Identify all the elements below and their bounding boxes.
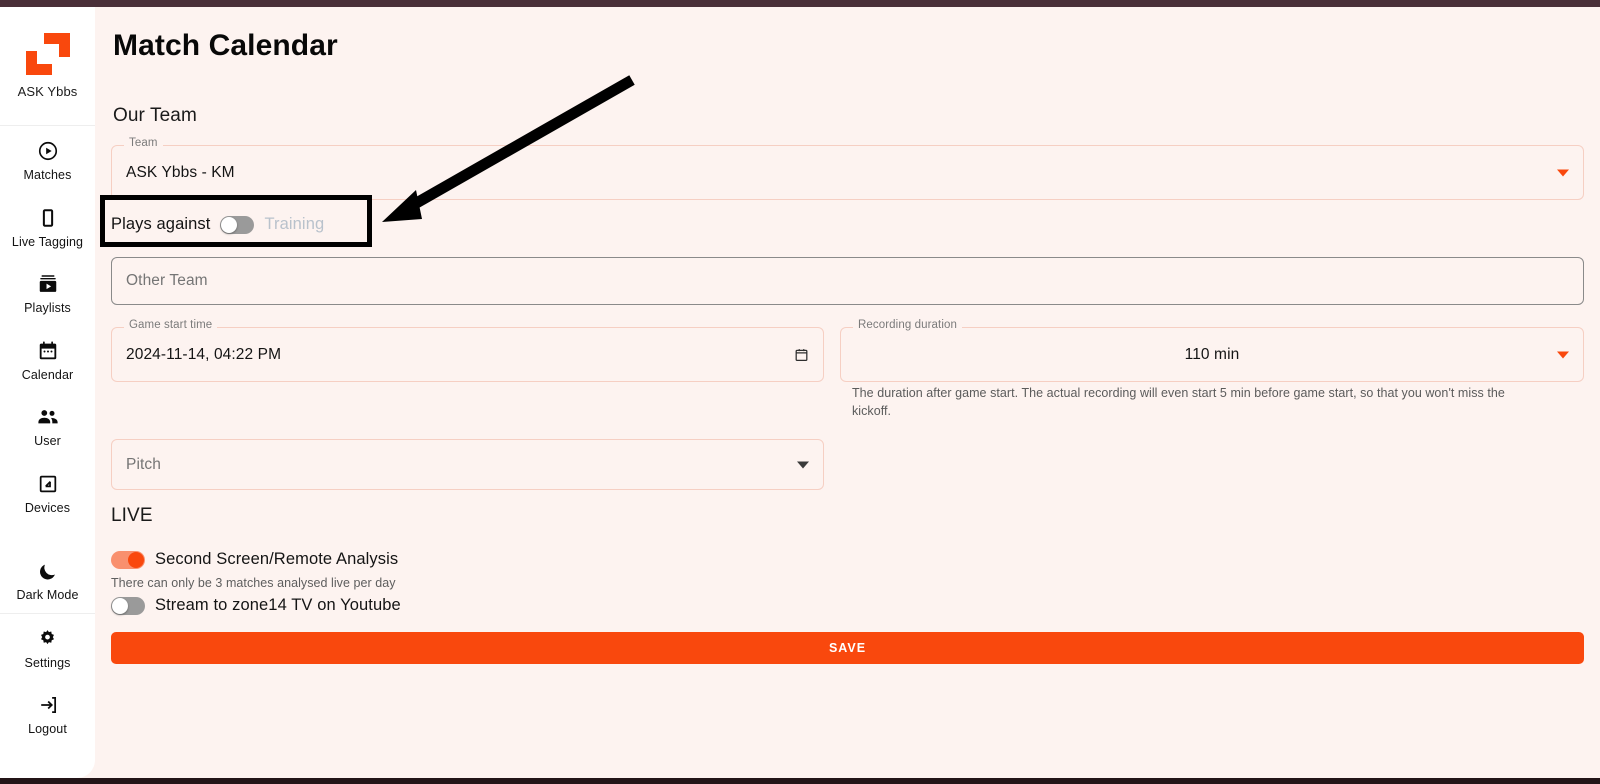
brand-name: ASK Ybbs [17, 84, 78, 99]
app-root: ASK Ybbs Matches Live Tagging Playlists … [0, 0, 1600, 784]
sidebar-item-live-tagging[interactable]: Live Tagging [0, 193, 95, 260]
recording-duration-value: 110 min [1184, 345, 1240, 363]
video-library-icon [36, 272, 60, 296]
app-logo-icon [25, 33, 70, 75]
plays-against-toggle[interactable] [220, 215, 255, 234]
second-screen-label: Second Screen/Remote Analysis [155, 550, 399, 568]
training-label: Training [264, 215, 325, 233]
device-frame-icon [36, 472, 60, 496]
sidebar-item-matches[interactable]: Matches [0, 126, 95, 193]
plays-against-toggle-row[interactable]: Plays against Training [111, 215, 324, 234]
recording-duration-select[interactable]: Recording duration 110 min [840, 319, 1584, 382]
window-top-chrome-bar [0, 0, 1600, 7]
plays-against-label: Plays against [111, 215, 211, 233]
moon-icon [36, 559, 60, 583]
our-team-heading: Our Team [113, 105, 197, 126]
other-team-input[interactable]: Other Team [111, 257, 1584, 305]
recording-duration-helper-text: The duration after game start. The actua… [852, 386, 1505, 419]
main-content: Match Calendar Our Team Team ASK Ybbs - … [95, 7, 1600, 778]
sidebar-item-label: Devices [24, 500, 71, 515]
sidebar-item-dark-mode[interactable]: Dark Mode [0, 525, 95, 613]
pitch-select[interactable]: Pitch [111, 439, 824, 490]
sidebar: ASK Ybbs Matches Live Tagging Playlists … [0, 7, 95, 778]
sidebar-item-label: User [34, 434, 61, 448]
other-team-placeholder: Other Team [126, 272, 208, 289]
live-heading: LIVE [111, 505, 153, 526]
sidebar-item-calendar[interactable]: Calendar [0, 326, 95, 393]
sidebar-item-logout[interactable]: Logout [0, 680, 95, 747]
gear-icon [36, 627, 60, 651]
sidebar-item-label: Settings [24, 655, 71, 670]
chevron-down-icon[interactable] [1557, 169, 1569, 176]
logout-arrow-icon [36, 693, 60, 717]
sidebar-item-devices[interactable]: Devices [0, 459, 95, 526]
recording-duration-label: Recording duration [853, 319, 962, 332]
youtube-stream-toggle[interactable] [111, 596, 145, 615]
phone-icon [36, 206, 60, 230]
game-start-time-field[interactable]: Game start time 2024-11-14, 04:22 PM [111, 319, 824, 382]
people-icon [36, 405, 60, 429]
second-screen-note: There can only be 3 matches analysed liv… [111, 576, 396, 590]
sidebar-item-user[interactable]: User [0, 392, 95, 459]
game-start-time-label: Game start time [124, 319, 218, 332]
sidebar-group-secondary: Settings Logout [0, 612, 95, 747]
team-select-value: ASK Ybbs - KM [126, 163, 235, 181]
sidebar-item-label: Playlists [24, 301, 71, 315]
sidebar-item-label: Dark Mode [16, 588, 79, 602]
second-screen-toggle[interactable] [111, 550, 145, 569]
sidebar-item-label: Calendar [21, 367, 74, 382]
chevron-down-icon[interactable] [1557, 351, 1569, 358]
window-bottom-chrome-bar [0, 778, 1600, 784]
team-select-label: Team [124, 137, 163, 150]
sidebar-item-label: Logout [28, 722, 67, 736]
calendar-picker-icon[interactable] [794, 347, 809, 363]
youtube-stream-label: Stream to zone14 TV on Youtube [155, 596, 401, 614]
calendar-icon [36, 339, 60, 363]
game-start-time-value: 2024-11-14, 04:22 PM [126, 345, 282, 363]
sidebar-group-primary: Matches Live Tagging Playlists Calendar … [0, 125, 95, 613]
youtube-stream-toggle-row[interactable]: Stream to zone14 TV on Youtube [111, 596, 401, 615]
pitch-placeholder: Pitch [126, 455, 161, 473]
chevron-down-icon[interactable] [797, 461, 809, 468]
team-select[interactable]: Team ASK Ybbs - KM [111, 137, 1584, 200]
play-circle-icon [36, 139, 60, 163]
save-button[interactable]: SAVE [111, 632, 1584, 664]
brand-block: ASK Ybbs [0, 7, 95, 125]
sidebar-item-playlists[interactable]: Playlists [0, 259, 95, 326]
second-screen-toggle-row[interactable]: Second Screen/Remote Analysis [111, 550, 398, 569]
sidebar-item-settings[interactable]: Settings [0, 614, 95, 681]
sidebar-item-label: Live Tagging [11, 234, 84, 249]
sidebar-item-label: Matches [23, 168, 72, 182]
page-title: Match Calendar [113, 29, 338, 62]
